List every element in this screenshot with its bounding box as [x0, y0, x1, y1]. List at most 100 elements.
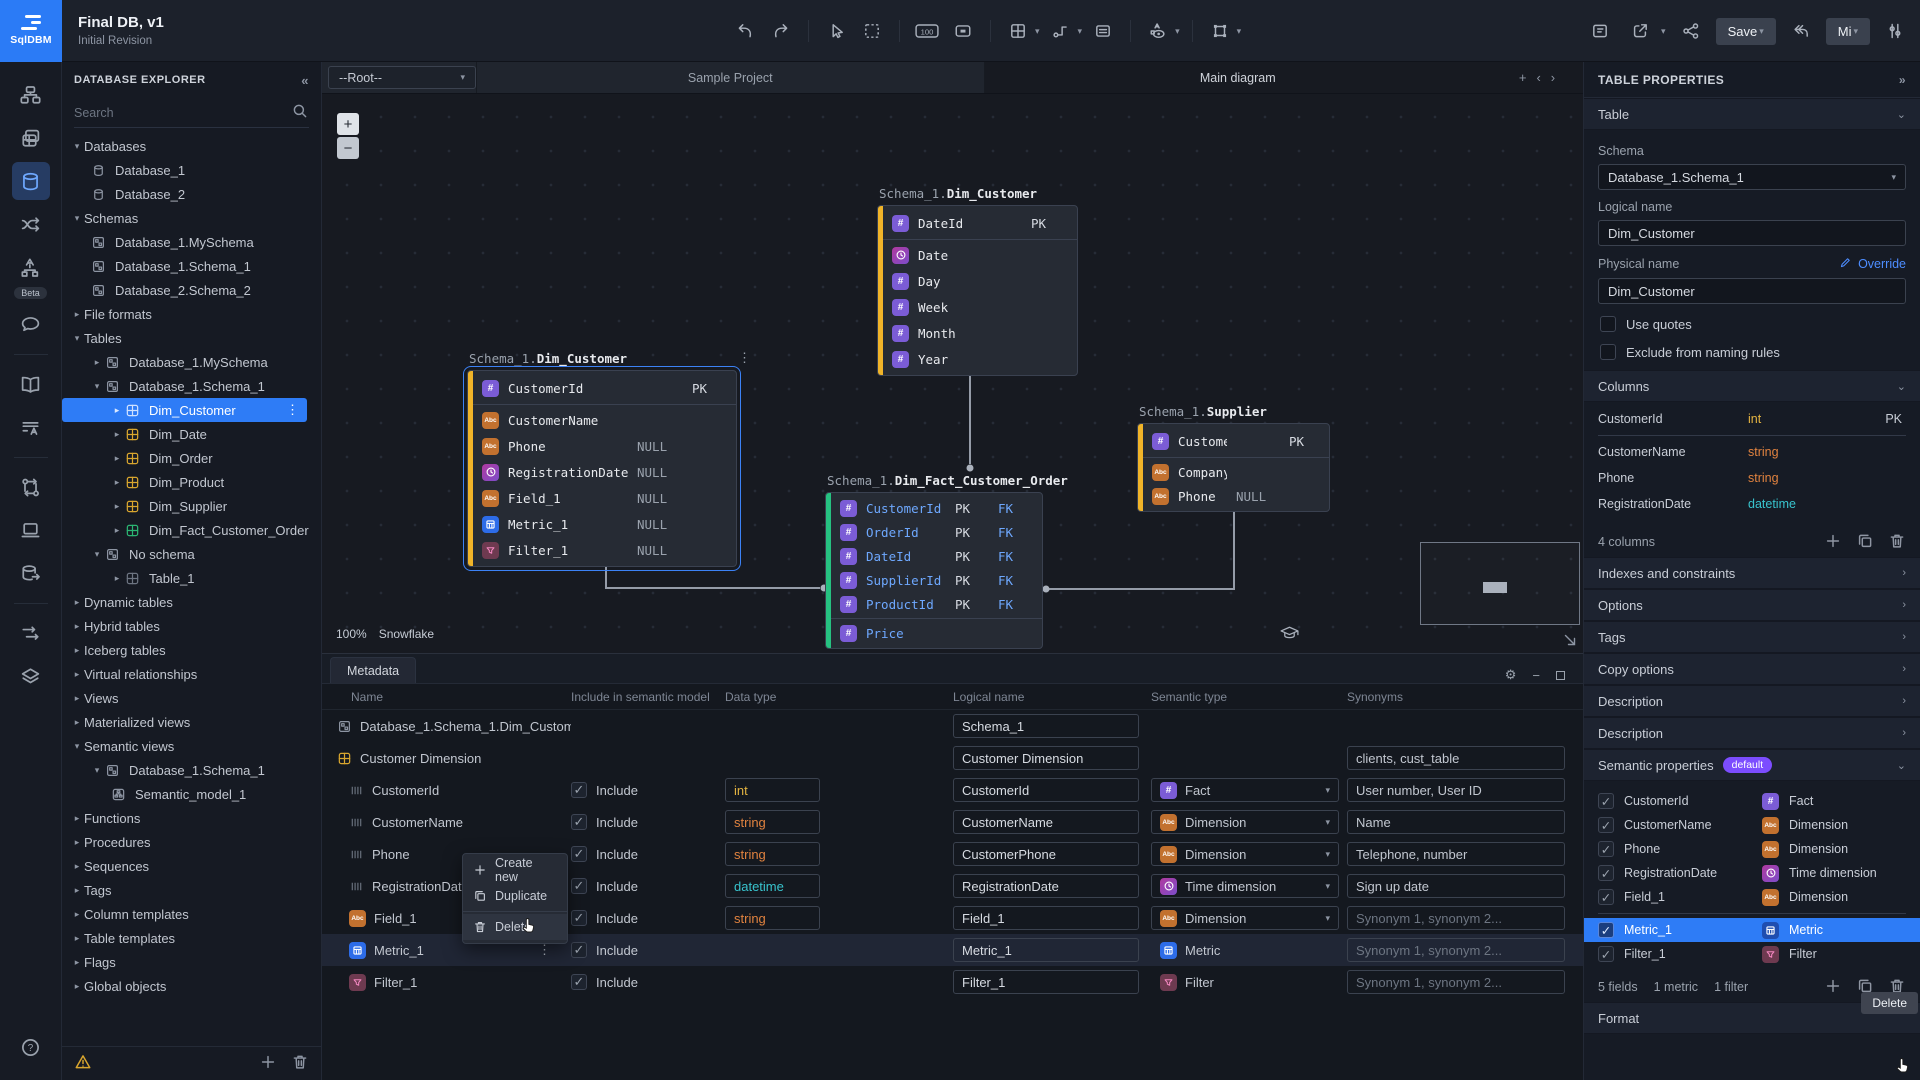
semantic-type-select[interactable]: AbcDimension▾: [1151, 810, 1339, 834]
chevron-down-icon[interactable]: ▾: [90, 765, 104, 776]
warning-icon[interactable]: [74, 1053, 92, 1074]
semantic-field-customername[interactable]: ✓CustomerNameAbcDimension: [1584, 813, 1920, 837]
table-column-dateid[interactable]: #DateIdPKFK: [826, 544, 1042, 568]
table-column-price[interactable]: #Price: [826, 621, 1042, 645]
include-checkbox[interactable]: ✓: [571, 942, 587, 958]
docs-book-icon[interactable]: [12, 365, 50, 403]
sidebar-item-database-2[interactable]: Database_2: [62, 182, 321, 206]
semantic-field-phone[interactable]: ✓PhoneAbcDimension: [1584, 837, 1920, 861]
field-checkbox[interactable]: ✓: [1598, 922, 1614, 938]
collapse-explorer-icon[interactable]: «: [301, 73, 309, 88]
table-column-date[interactable]: Date: [878, 242, 1077, 268]
data-type-field[interactable]: string: [725, 842, 820, 866]
semantic-type-select[interactable]: AbcDimension▾: [1151, 842, 1339, 866]
metadata-row-customerid[interactable]: CustomerId✓IncludeintCustomerId#Fact▾Use…: [322, 774, 1583, 806]
semantic-type-select[interactable]: Time dimension▾: [1151, 874, 1339, 898]
diagram-table-dim_date[interactable]: Schema_1.Dim_Customer#DateIdPKDate#Day#W…: [877, 205, 1078, 376]
table-column-metric_1[interactable]: Metric_1NULL: [468, 511, 736, 537]
metadata-row-filter-1[interactable]: Filter_1✓IncludeFilter_1FilterSynonym 1,…: [322, 966, 1583, 998]
semantic-field-registrationdate[interactable]: ✓RegistrationDateTime dimension: [1584, 861, 1920, 885]
compare-revisions-icon[interactable]: [12, 468, 50, 506]
redo-icon[interactable]: [766, 16, 796, 46]
chevron-right-icon[interactable]: ▸: [70, 981, 84, 992]
section-description[interactable]: Description›: [1584, 685, 1920, 717]
chevron-right-icon[interactable]: ▸: [110, 525, 124, 536]
preferences-sliders-icon[interactable]: [1880, 16, 1910, 46]
chevron-right-icon[interactable]: ▸: [70, 813, 84, 824]
kebab-menu-icon[interactable]: ⋮: [286, 402, 299, 418]
diagram-table-supplier[interactable]: Schema_1.Supplier#CustomerIdPKAbcCompany…: [1137, 423, 1330, 512]
schema-select[interactable]: Database_1.Schema_1▾: [1598, 164, 1906, 190]
logical-name-field[interactable]: Metric_1: [953, 938, 1139, 962]
note-tool-icon[interactable]: [1088, 16, 1118, 46]
table-column-customerid[interactable]: #CustomerIdPKFK: [826, 496, 1042, 520]
help-icon[interactable]: ?: [12, 1028, 50, 1066]
synonyms-field[interactable]: Sign up date: [1347, 874, 1565, 898]
sidebar-item-sequences[interactable]: ▸Sequences: [62, 854, 321, 878]
data-type-field[interactable]: string: [725, 810, 820, 834]
field-checkbox[interactable]: ✓: [1598, 889, 1614, 905]
chevron-right-icon[interactable]: ▸: [70, 933, 84, 944]
table-column-companyname[interactable]: AbcCompanyName: [1138, 460, 1329, 484]
sidebar-item-schemas[interactable]: ▾Schemas: [62, 206, 321, 230]
db-export-icon[interactable]: [12, 554, 50, 592]
sidebar-item-file-formats[interactable]: ▸File formats: [62, 302, 321, 326]
dialect-label[interactable]: Snowflake: [379, 627, 434, 641]
fit-screen-icon[interactable]: [948, 16, 978, 46]
diagram-table-fact[interactable]: Schema_1.Dim_Fact_Customer_Order#Custome…: [825, 492, 1043, 649]
zoom-out-button[interactable]: −: [337, 137, 359, 159]
tables-icon[interactable]: [12, 119, 50, 157]
logical-name-field[interactable]: RegistrationDate: [953, 874, 1139, 898]
logical-name-field[interactable]: Dim_Customer: [1598, 220, 1906, 246]
display-options-icon[interactable]: [1143, 16, 1173, 46]
table-column-month[interactable]: #Month: [878, 320, 1077, 346]
synonyms-field[interactable]: Name: [1347, 810, 1565, 834]
data-type-field[interactable]: int: [725, 778, 820, 802]
sidebar-item-database-1-myschema[interactable]: Database_1.MySchema: [62, 230, 321, 254]
sidebar-item-column-templates[interactable]: ▸Column templates: [62, 902, 321, 926]
chevron-right-icon[interactable]: ▸: [70, 597, 84, 608]
chevron-down-icon[interactable]: ▾: [70, 741, 84, 752]
field-checkbox[interactable]: ✓: [1598, 841, 1614, 857]
sidebar-item-database-1-schema-1[interactable]: ▾Database_1.Schema_1: [62, 374, 321, 398]
marquee-select-icon[interactable]: [857, 16, 887, 46]
sidebar-item-virtual-relationships[interactable]: ▸Virtual relationships: [62, 662, 321, 686]
sidebar-item-flags[interactable]: ▸Flags: [62, 950, 321, 974]
table-kebab-icon[interactable]: ⋮: [738, 351, 751, 366]
field-checkbox[interactable]: ✓: [1598, 865, 1614, 881]
table-column-field_1[interactable]: AbcField_1NULL: [468, 485, 736, 511]
semantic-field-metric_1[interactable]: ✓Metric_1Metric: [1584, 918, 1920, 942]
logical-name-field[interactable]: Schema_1: [953, 714, 1139, 738]
data-type-field[interactable]: datetime: [725, 874, 820, 898]
sidebar-item-dim-fact-customer-order[interactable]: ▸Dim_Fact_Customer_Order: [62, 518, 321, 542]
chevron-right-icon[interactable]: ▸: [70, 909, 84, 920]
chevron-right-icon[interactable]: ▸: [70, 957, 84, 968]
graduation-cap-icon[interactable]: [1279, 624, 1300, 644]
delete-object-icon[interactable]: [291, 1053, 309, 1074]
chevron-right-icon[interactable]: ▸: [110, 453, 124, 464]
table-column-registrationdate[interactable]: RegistrationDateNULL: [468, 459, 736, 485]
metadata-settings-gear-icon[interactable]: ⚙: [1505, 667, 1517, 683]
use-quotes-checkbox[interactable]: Use quotes: [1600, 316, 1904, 332]
chevron-right-icon[interactable]: ▸: [70, 309, 84, 320]
chevron-right-icon[interactable]: ▸: [70, 861, 84, 872]
sidebar-item-dim-customer[interactable]: ▸Dim_Customer⋮: [62, 398, 307, 422]
minimap-resize-icon[interactable]: [1562, 632, 1578, 651]
semantic-beta-icon[interactable]: [12, 248, 50, 286]
synonyms-field[interactable]: Synonym 1, synonym 2...: [1347, 970, 1565, 994]
sidebar-item-dynamic-tables[interactable]: ▸Dynamic tables: [62, 590, 321, 614]
logical-name-field[interactable]: CustomerPhone: [953, 842, 1139, 866]
avatar-button[interactable]: Mi▾: [1826, 18, 1870, 45]
semantic-type-select[interactable]: AbcDimension▾: [1151, 906, 1339, 930]
comments-icon[interactable]: [12, 305, 50, 343]
metadata-row-database-1-schema-1-dim-customer[interactable]: Database_1.Schema_1.Dim_CustomerSchema_1: [322, 710, 1583, 742]
physical-name-field[interactable]: Dim_Customer: [1598, 278, 1906, 304]
include-checkbox[interactable]: ✓: [571, 814, 587, 830]
field-checkbox[interactable]: ✓: [1598, 946, 1614, 962]
sidebar-item-functions[interactable]: ▸Functions: [62, 806, 321, 830]
data-type-field[interactable]: string: [725, 906, 820, 930]
zoom-level-label[interactable]: 100%: [336, 627, 367, 641]
section-semantic-properties[interactable]: Semantic properties default ⌄: [1584, 749, 1920, 781]
semantic-field-filter_1[interactable]: ✓Filter_1Filter: [1584, 942, 1920, 966]
semantic-field-customerid[interactable]: ✓CustomerId#Fact: [1584, 789, 1920, 813]
